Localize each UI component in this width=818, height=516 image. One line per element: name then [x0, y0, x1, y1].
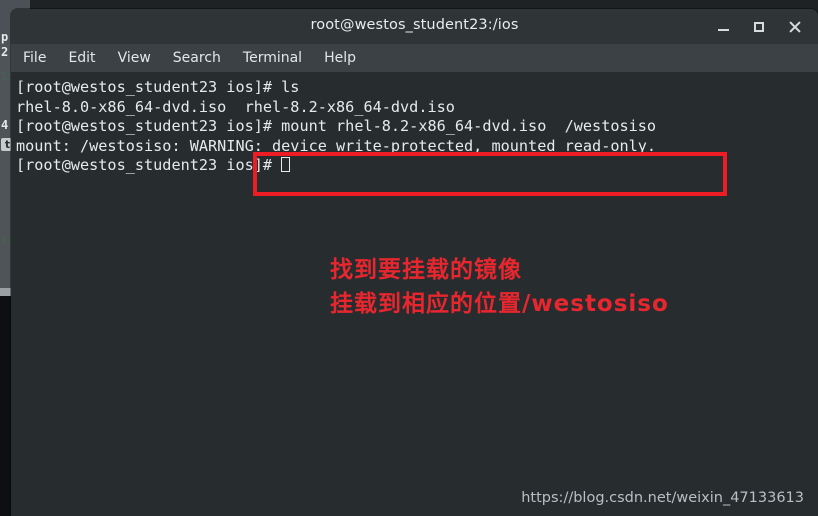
minimize-icon [717, 28, 729, 31]
menu-item-edit[interactable]: Edit [68, 50, 95, 66]
screenshot-root: p 2 4 t li li root@westos_student23:/ios [0, 0, 818, 516]
annotation-line-2: 挂载到相应的位置/westosiso [330, 291, 669, 317]
annotation-line-1: 找到要挂载的镜像 [330, 257, 522, 283]
window-controls [714, 9, 810, 44]
menu-item-search[interactable]: Search [173, 50, 221, 66]
background-fragment-4: 4 [1, 118, 9, 132]
terminal-prompt-line: [root@westos_student23 ios]# [14, 156, 818, 176]
close-button[interactable] [786, 18, 804, 36]
menu-item-view[interactable]: View [118, 50, 151, 66]
menu-item-file[interactable]: File [23, 50, 46, 66]
title-bar[interactable]: root@westos_student23:/ios [11, 9, 818, 44]
window-title: root@westos_student23:/ios [310, 17, 519, 33]
minimize-button[interactable] [714, 18, 732, 36]
watermark: https://blog.csdn.net/weixin_47133613 [521, 490, 804, 506]
terminal-prompt-text: [root@westos_student23 ios]# [16, 156, 282, 174]
terminal-cursor [281, 157, 291, 172]
menu-bar: File Edit View Search Terminal Help [11, 44, 818, 72]
terminal-line: rhel-8.0-x86_64-dvd.iso rhel-8.2-x86_64-… [16, 97, 455, 116]
maximize-icon [754, 21, 764, 32]
terminal-line: [root@westos_student23 ios]# ls [16, 78, 300, 96]
background-fragment-2: 2 [1, 45, 9, 59]
terminal-line: mount: /westosiso: WARNING: device write… [16, 136, 657, 155]
maximize-button[interactable] [750, 18, 768, 36]
menu-item-terminal[interactable]: Terminal [243, 50, 302, 66]
background-fragment-p: p [1, 30, 9, 44]
terminal-output-area[interactable]: [root@westos_student23 ios]# ls rhel-8.0… [11, 72, 818, 516]
menu-item-help[interactable]: Help [324, 50, 356, 66]
close-icon [789, 21, 801, 33]
terminal-window: root@westos_student23:/ios File Edit Vie… [11, 9, 818, 516]
terminal-line: [root@westos_student23 ios]# mount rhel-… [16, 117, 657, 135]
